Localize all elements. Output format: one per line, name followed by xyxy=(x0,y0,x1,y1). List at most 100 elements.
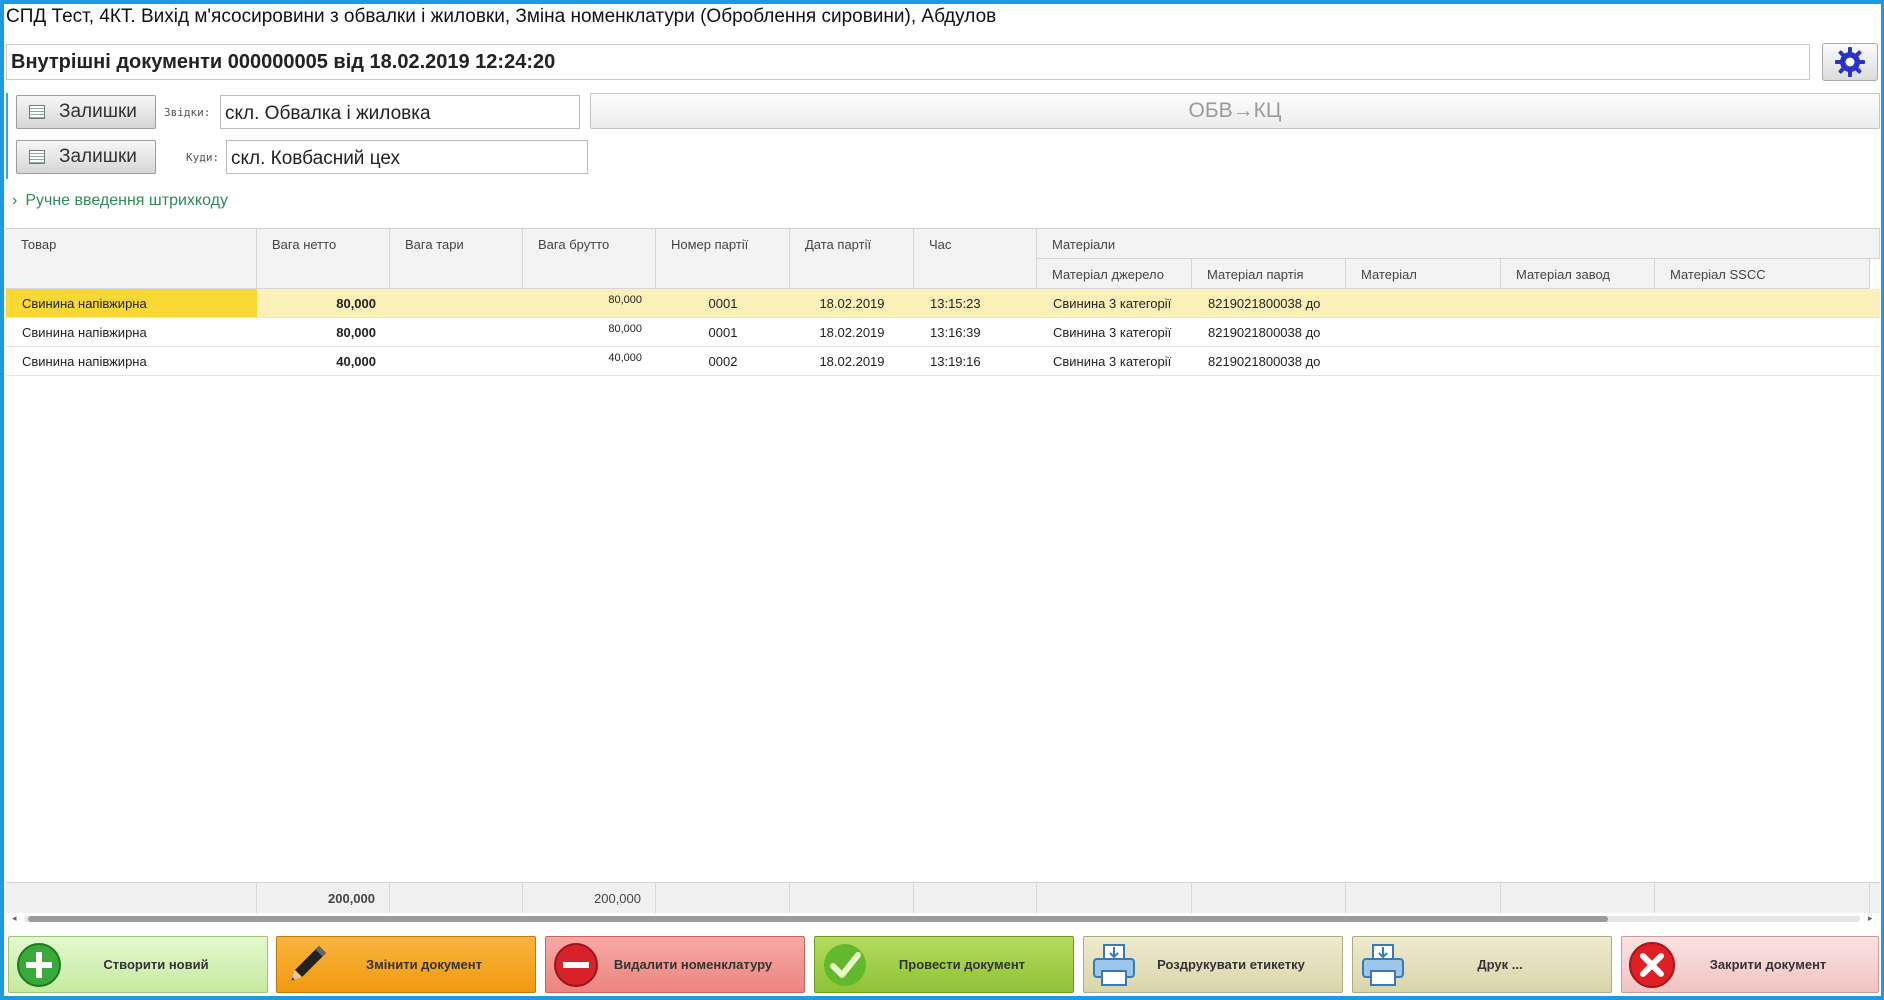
column-header-material-plant[interactable]: Матеріал завод xyxy=(1501,259,1655,289)
cell-material-batch: 8219021800038 до xyxy=(1208,354,1321,369)
column-header-material[interactable]: Матеріал xyxy=(1346,259,1501,289)
table-icon xyxy=(29,105,45,119)
scroll-left-icon[interactable]: ◂ xyxy=(12,913,17,924)
print-button[interactable]: Друк ... xyxy=(1352,936,1612,993)
cell-net-weight: 80,000 xyxy=(336,296,376,311)
column-header-material-batch[interactable]: Матеріал партія xyxy=(1192,259,1346,289)
manual-barcode-label: Ручне введення штрихкоду xyxy=(25,192,228,209)
column-header-net-weight[interactable]: Вага нетто xyxy=(257,229,390,289)
cell-material-batch: 8219021800038 до xyxy=(1208,296,1321,311)
cell-material-sscc xyxy=(1671,318,1870,346)
checkmark-icon xyxy=(819,939,871,991)
column-header-tare-weight[interactable]: Вага тари xyxy=(390,229,523,289)
to-stock-button-label: Залишки xyxy=(59,146,137,167)
printer-icon xyxy=(1357,939,1409,991)
cell-material-source: Свинина 3 категорії xyxy=(1053,325,1172,340)
cell-material-sscc xyxy=(1671,289,1870,317)
to-warehouse-field[interactable]: скл. Ковбасний цех xyxy=(226,140,588,174)
cell-tare-weight xyxy=(390,318,523,346)
column-header-batch-number[interactable]: Номер партії xyxy=(656,229,790,289)
window-title: СПД Тест, 4КТ. Вихід м'ясосировини з обв… xyxy=(6,6,997,27)
close-document-label: Закрити документ xyxy=(1709,957,1827,972)
cell-material-batch: 8219021800038 до xyxy=(1208,325,1321,340)
create-new-button[interactable]: Створити новий xyxy=(8,936,268,993)
cell-tare-weight xyxy=(390,347,523,375)
table-row[interactable]: Свинина напівжирна 40,000 40,000 0002 18… xyxy=(6,347,1880,376)
to-label: Куди: xyxy=(186,151,220,164)
totals-cell xyxy=(6,883,257,913)
manual-barcode-toggle[interactable]: › Ручне введення штрихкоду xyxy=(12,192,228,210)
delete-item-label: Видалити номенклатуру xyxy=(613,957,773,972)
cell-product: Свинина напівжирна xyxy=(6,289,257,317)
plus-icon xyxy=(13,939,65,991)
cell-net-weight: 80,000 xyxy=(336,325,376,340)
cell-batch-date: 18.02.2019 xyxy=(819,296,885,311)
print-label: Друк ... xyxy=(1477,957,1523,972)
cell-material-sscc xyxy=(1671,347,1870,375)
totals-cell xyxy=(1655,883,1870,913)
from-stock-button[interactable]: Залишки xyxy=(16,95,156,129)
post-document-button[interactable]: Провести документ xyxy=(814,936,1074,993)
to-stock-button[interactable]: Залишки xyxy=(16,140,156,174)
table-icon xyxy=(29,150,45,164)
totals-cell xyxy=(790,883,914,913)
close-document-button[interactable]: Закрити документ xyxy=(1621,936,1879,993)
column-group-materials: Матеріали xyxy=(1037,229,1880,259)
totals-cell xyxy=(1346,883,1501,913)
settings-button[interactable] xyxy=(1822,43,1878,81)
cell-tare-weight xyxy=(390,289,523,317)
cell-product: Свинина напівжирна xyxy=(22,325,147,340)
cell-batch-number: 0001 xyxy=(708,296,738,311)
chevron-right-icon: › xyxy=(12,192,18,209)
close-icon xyxy=(1626,939,1678,991)
cell-material xyxy=(1362,347,1501,375)
cell-time: 13:19:16 xyxy=(930,354,981,369)
totals-cell xyxy=(390,883,523,913)
scroll-right-icon[interactable]: ▸ xyxy=(1868,913,1873,924)
totals-cell xyxy=(914,883,1037,913)
column-header-material-sscc[interactable]: Матеріал SSCC xyxy=(1655,259,1870,289)
cell-gross-weight: 80,000 xyxy=(608,294,642,306)
cell-batch-number: 0001 xyxy=(708,325,738,340)
column-header-gross-weight[interactable]: Вага брутто xyxy=(523,229,656,289)
cell-batch-date: 18.02.2019 xyxy=(819,325,885,340)
cell-material xyxy=(1362,289,1501,317)
totals-cell xyxy=(1192,883,1346,913)
column-header-material-source[interactable]: Матеріал джерело xyxy=(1037,259,1192,289)
cell-material-plant xyxy=(1517,347,1655,375)
table-row[interactable]: Свинина напівжирна 80,000 80,000 0001 18… xyxy=(6,289,1880,318)
print-label-button[interactable]: Роздрукувати етикетку xyxy=(1083,936,1343,993)
cell-product: Свинина напівжирна xyxy=(22,354,147,369)
table-totals-row: 200,000 200,000 xyxy=(6,882,1880,913)
cell-material-plant xyxy=(1517,318,1655,346)
document-header: Внутрішні документи 000000005 від 18.02.… xyxy=(6,44,1810,80)
focus-indicator xyxy=(6,93,8,179)
cell-time: 13:16:39 xyxy=(930,325,981,340)
total-gross-weight: 200,000 xyxy=(523,883,656,913)
cell-material-plant xyxy=(1517,289,1655,317)
column-header-batch-date[interactable]: Дата партії xyxy=(790,229,914,289)
pencil-icon xyxy=(281,939,333,991)
cell-gross-weight: 80,000 xyxy=(608,323,642,335)
column-header-time[interactable]: Час xyxy=(914,229,1037,289)
totals-cell xyxy=(1501,883,1655,913)
post-document-label: Провести документ xyxy=(898,957,1026,972)
scrollbar-thumb[interactable] xyxy=(28,916,1608,922)
create-new-label: Створити новий xyxy=(103,957,209,972)
from-label: Звідки: xyxy=(164,106,211,119)
cell-time: 13:15:23 xyxy=(930,296,981,311)
edit-document-label: Змінити документ xyxy=(365,957,482,972)
cell-material-source: Свинина 3 категорії xyxy=(1053,296,1172,311)
column-header-product[interactable]: Товар xyxy=(6,229,257,289)
horizontal-scrollbar[interactable]: ◂ ▸ xyxy=(6,913,1880,925)
from-warehouse-field[interactable]: скл. Обвалка і жиловка xyxy=(220,95,580,129)
cell-gross-weight: 40,000 xyxy=(608,352,642,364)
totals-cell xyxy=(1037,883,1192,913)
cell-batch-date: 18.02.2019 xyxy=(819,354,885,369)
edit-document-button[interactable]: Змінити документ xyxy=(276,936,536,993)
from-stock-button-label: Залишки xyxy=(59,101,137,122)
cell-material xyxy=(1362,318,1501,346)
table-row[interactable]: Свинина напівжирна 80,000 80,000 0001 18… xyxy=(6,318,1880,347)
delete-item-button[interactable]: Видалити номенклатуру xyxy=(545,936,805,993)
route-button[interactable]: ОБВ→КЦ xyxy=(590,93,1880,129)
